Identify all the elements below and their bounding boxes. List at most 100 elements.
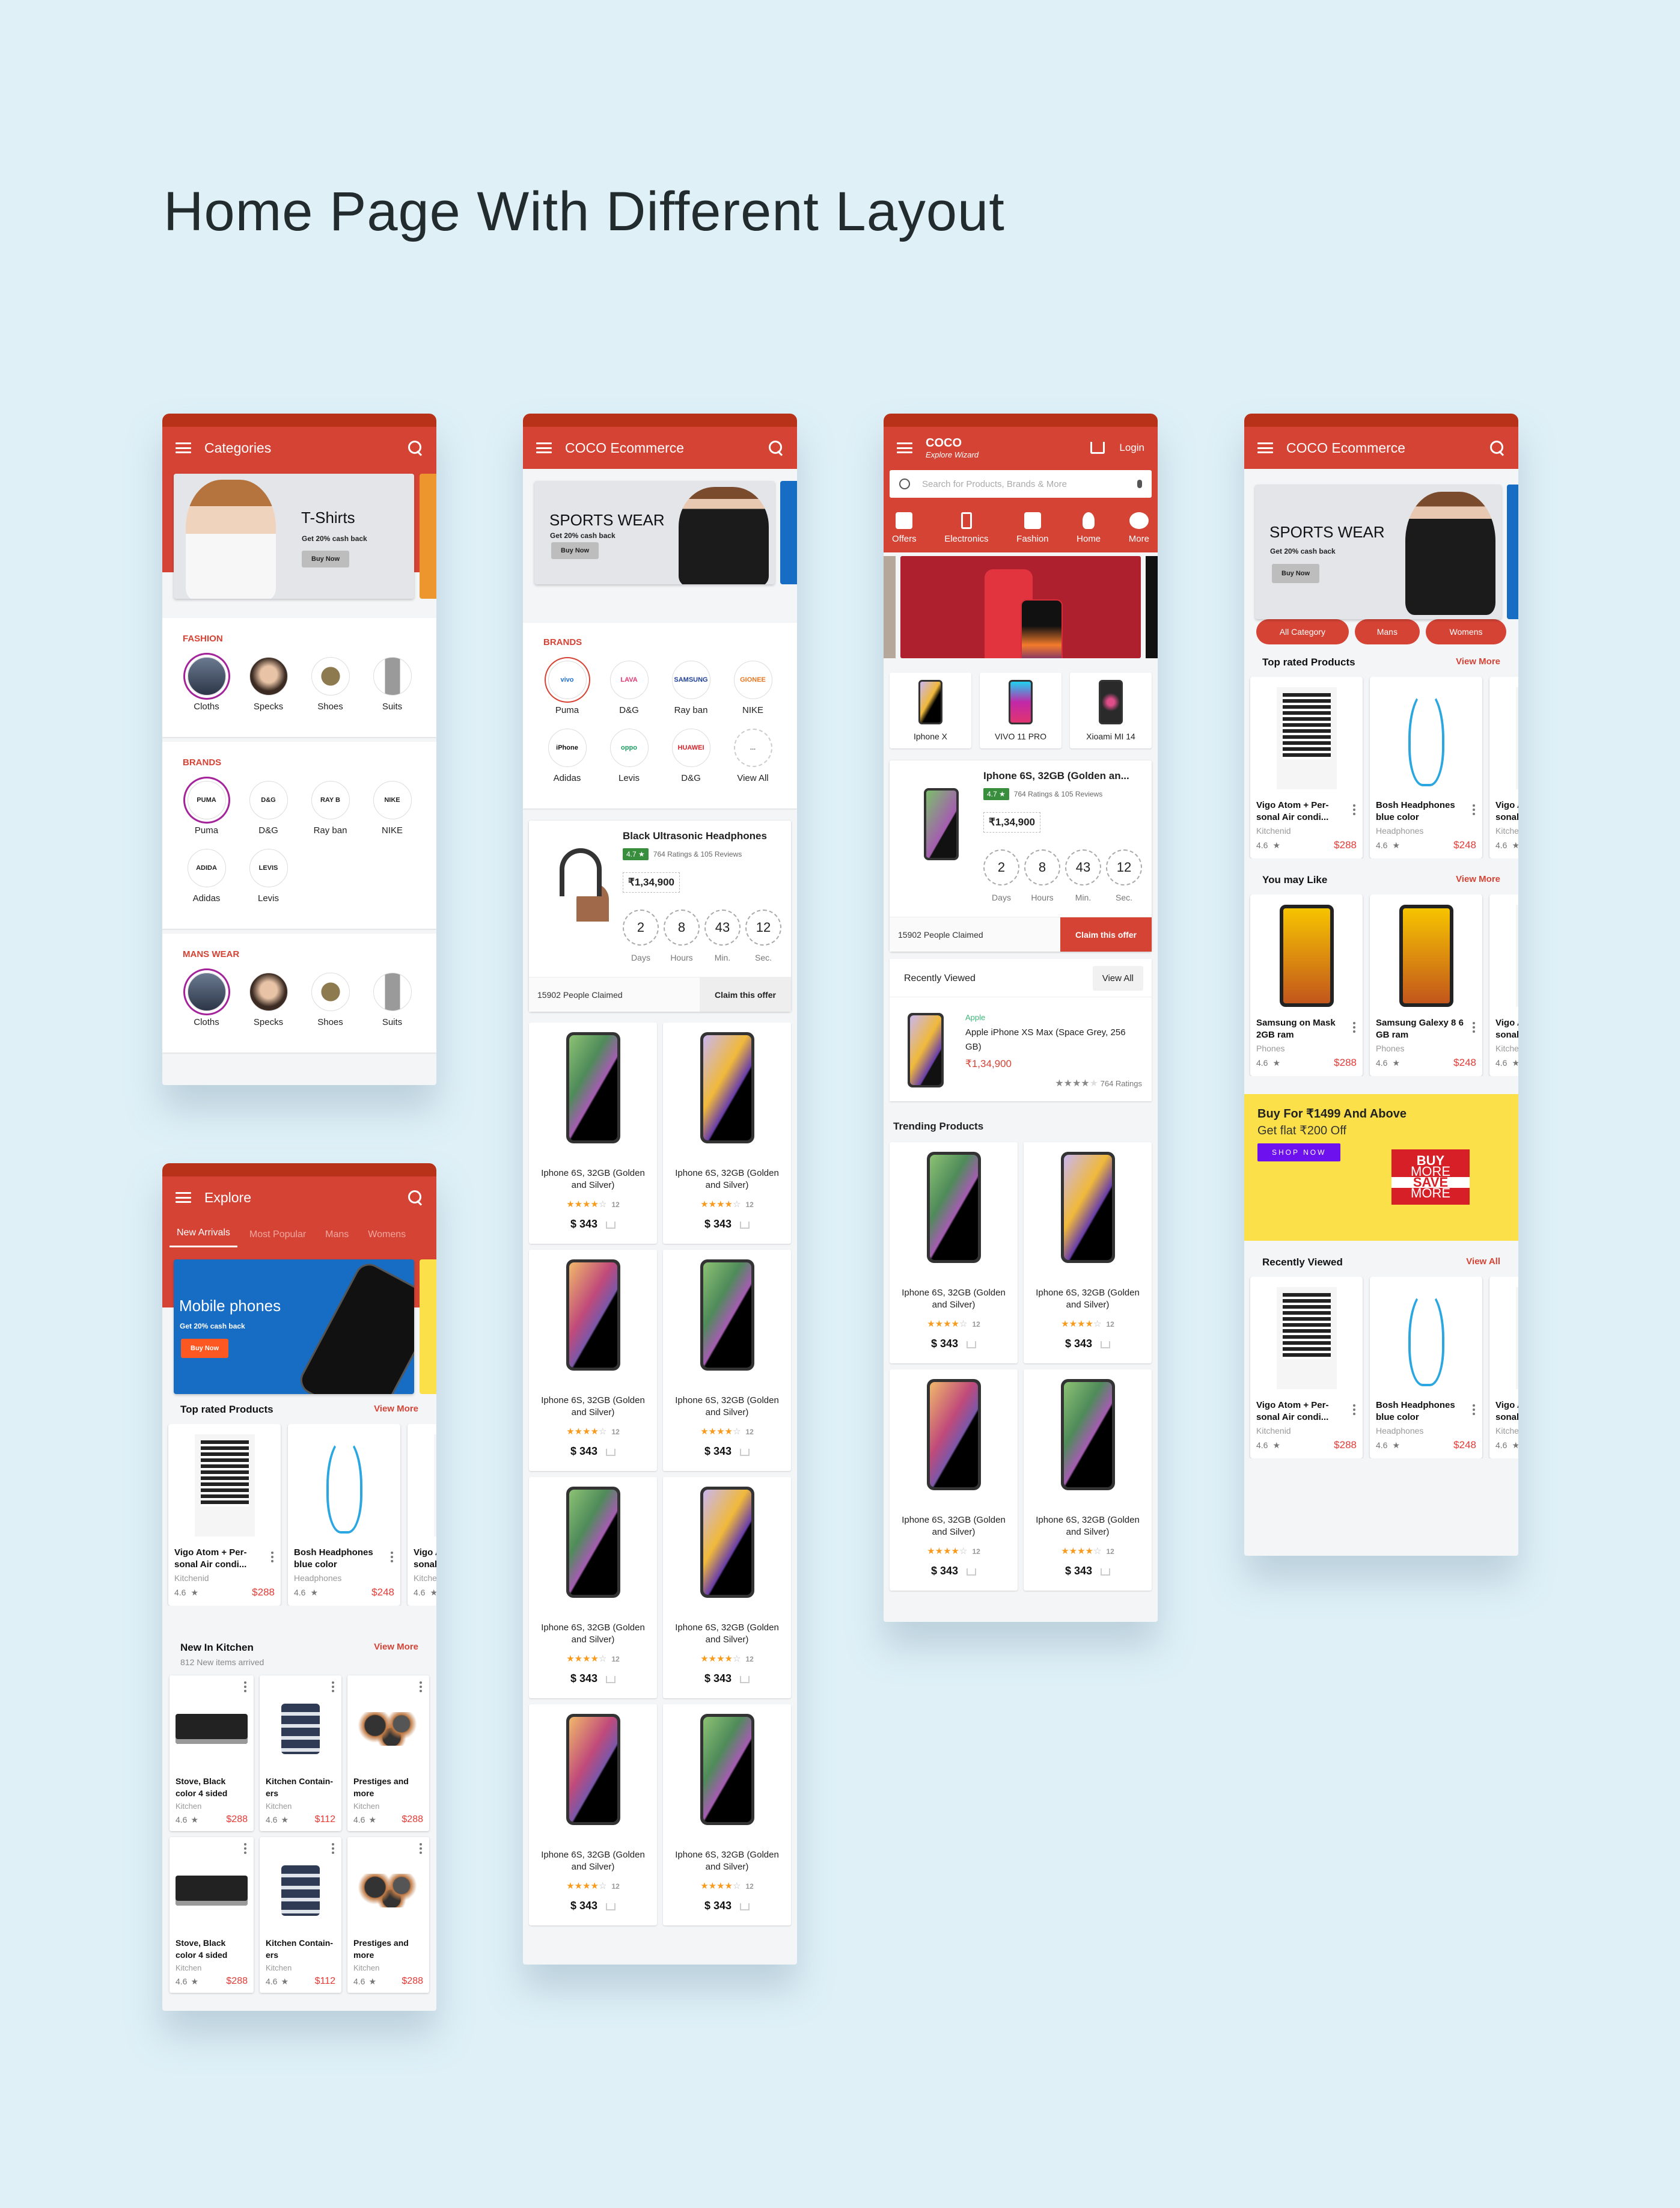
product-card[interactable]: Samsung Galexy 8 6 GB ram Phones 4.6 ★ $248 [1370, 895, 1482, 1076]
category-item[interactable]: Shoes [299, 657, 361, 712]
featured-tile[interactable]: Iphone X [890, 673, 971, 748]
category-item[interactable]: D&G D&G [237, 781, 299, 836]
promo-banner[interactable]: SPORTS WEAR Get 20% cash back Buy Now [1255, 485, 1501, 619]
product-card[interactable]: Iphone 6S, 32GB (Golden and Silver) ★★★★☆… [663, 1250, 791, 1471]
product-card[interactable]: Bosh Headphones blue color Headphones 4.6 ★… [1370, 1277, 1482, 1458]
brand-item[interactable]: SAMSUNG Ray ban [660, 661, 722, 715]
brand-item[interactable]: HUAWEI D&G [660, 729, 722, 783]
view-all-button[interactable]: View All [1092, 966, 1143, 991]
search-icon[interactable] [408, 440, 423, 456]
buy-now-button[interactable]: Buy Now [551, 542, 599, 559]
product-card[interactable]: Vigo Atom + Per-sonal Air condi... Kitche… [1489, 1277, 1518, 1458]
more-options-icon[interactable] [1473, 1404, 1475, 1417]
add-to-cart-icon[interactable] [1101, 1341, 1111, 1348]
buy-now-button[interactable]: Buy Now [302, 551, 350, 567]
banner-carousel[interactable]: T-Shirts Get 20% cash back Buy Now [162, 469, 436, 613]
product-card[interactable]: Vigo Atom + Per-sonal Air condi... Kitche… [168, 1424, 281, 1606]
claim-offer-button[interactable]: Claim this offer [700, 977, 791, 1012]
brand-item[interactable]: LAVA D&G [598, 661, 660, 715]
product-card[interactable]: Iphone 6S, 32GB (Golden and Silver) ★★★★☆… [663, 1477, 791, 1698]
category-item[interactable]: Shoes [299, 973, 361, 1027]
cart-icon[interactable] [1090, 442, 1105, 454]
brand-item[interactable]: iPhone Adidas [536, 729, 598, 783]
product-card[interactable]: Iphone 6S, 32GB (Golden and Silver) ★★★★☆… [1024, 1142, 1152, 1363]
category-item[interactable]: PUMA Puma [176, 781, 237, 836]
add-to-cart-icon[interactable] [967, 1568, 977, 1576]
banner-carousel[interactable]: SPORTS WEAR Get 20% cash back Buy Now [523, 469, 797, 623]
search-bar[interactable]: Search for Products, Brands & More [890, 470, 1152, 498]
category-electronics[interactable]: Electronics [944, 512, 989, 544]
more-options-icon[interactable] [420, 1843, 422, 1856]
add-to-cart-icon[interactable] [606, 1221, 616, 1229]
chip-mans[interactable]: Mans [1354, 619, 1420, 644]
more-options-icon[interactable] [1353, 1404, 1355, 1417]
category-item[interactable]: ADIDA Adidas [176, 849, 237, 904]
next-banner-peek[interactable] [420, 474, 436, 599]
more-options-icon[interactable] [420, 1681, 422, 1694]
product-card[interactable]: Iphone 6S, 32GB (Golden and Silver) ★★★★☆… [663, 1704, 791, 1925]
product-card[interactable]: Vigo Atom + Per-sonal Air condi... Kitche… [408, 1424, 436, 1606]
kitchen-card[interactable]: Kitchen Contain-ers Kitchen 4.6 ★ $112 [260, 1837, 341, 1993]
product-card[interactable]: Bosh Headphones blue color Headphones 4.6 ★… [1370, 677, 1482, 858]
promo-banner[interactable]: Mobile phones Get 20% cash back Buy Now [174, 1259, 414, 1394]
category-item[interactable]: RAY B Ray ban [299, 781, 361, 836]
hamburger-icon[interactable] [176, 442, 191, 453]
more-options-icon[interactable] [244, 1843, 246, 1856]
brand-item[interactable]: GIONEE NIKE [722, 661, 784, 715]
hamburger-icon[interactable] [536, 442, 552, 453]
tab-womens[interactable]: Womens [361, 1229, 413, 1247]
next-banner-peek[interactable] [1146, 556, 1158, 658]
search-icon[interactable] [768, 440, 784, 456]
category-item[interactable]: Suits [361, 657, 423, 712]
kitchen-card[interactable]: Prestiges and more Kitchen 4.6 ★ $288 [347, 1675, 429, 1831]
next-banner-peek[interactable] [780, 481, 797, 584]
add-to-cart-icon[interactable] [967, 1341, 977, 1348]
product-card[interactable]: Bosh Headphones blue color Headphones 4.6 ★… [288, 1424, 400, 1606]
kitchen-card[interactable]: Kitchen Contain-ers Kitchen 4.6 ★ $112 [260, 1675, 341, 1831]
kitchen-card[interactable]: Prestiges and more Kitchen 4.6 ★ $288 [347, 1837, 429, 1993]
category-item[interactable]: Suits [361, 973, 423, 1027]
product-card[interactable]: Iphone 6S, 32GB (Golden and Silver) ★★★★☆… [529, 1023, 657, 1244]
category-home[interactable]: Home [1077, 512, 1101, 544]
add-to-cart-icon[interactable] [740, 1675, 750, 1683]
product-card[interactable]: Iphone 6S, 32GB (Golden and Silver) ★★★★☆… [663, 1023, 791, 1244]
more-options-icon[interactable] [391, 1552, 393, 1564]
product-card[interactable]: Vigo Atom + Per-sonal Air condi... Kitche… [1489, 677, 1518, 858]
category-more[interactable]: More [1129, 512, 1149, 544]
add-to-cart-icon[interactable] [606, 1448, 616, 1456]
featured-tile[interactable]: Xioami MI 14 [1070, 673, 1152, 748]
hamburger-icon[interactable] [1257, 442, 1273, 453]
more-options-icon[interactable] [271, 1552, 273, 1564]
category-item[interactable]: Cloths [176, 657, 237, 712]
login-button[interactable]: Login [1119, 442, 1144, 454]
offer-banner[interactable]: Buy For ₹1499 And Above Get flat ₹200 Of… [1244, 1094, 1518, 1241]
category-item[interactable]: LEVIS Levis [237, 849, 299, 904]
add-to-cart-icon[interactable] [1101, 1568, 1111, 1576]
banner-carousel[interactable]: SPORTS WEAR Get 20% cash back Buy Now [1244, 469, 1518, 619]
kitchen-card[interactable]: Stove, Black color 4 sided Kitchen 4.6 ★ $28… [170, 1837, 254, 1993]
product-card[interactable]: Iphone 6S, 32GB (Golden and Silver) ★★★★☆… [529, 1704, 657, 1925]
brand-item[interactable]: vivo Puma [536, 661, 598, 715]
product-card[interactable]: Iphone 6S, 32GB (Golden and Silver) ★★★★☆… [1024, 1369, 1152, 1591]
product-card[interactable]: Iphone 6S, 32GB (Golden and Silver) ★★★★☆… [529, 1250, 657, 1471]
category-item[interactable]: Cloths [176, 973, 237, 1027]
more-options-icon[interactable] [1353, 804, 1355, 817]
more-options-icon[interactable] [332, 1681, 334, 1694]
buy-now-button[interactable]: Buy Now [1272, 564, 1320, 583]
view-all-link[interactable]: View All [1466, 1256, 1500, 1267]
hamburger-icon[interactable] [176, 1192, 191, 1203]
more-options-icon[interactable] [1353, 1022, 1355, 1035]
add-to-cart-icon[interactable] [740, 1903, 750, 1910]
view-more-link[interactable]: View More [374, 1404, 418, 1414]
search-input[interactable]: Search for Products, Brands & More [922, 479, 1067, 489]
claim-offer-button[interactable]: Claim this offer [1060, 917, 1152, 952]
buy-now-button[interactable]: Buy Now [181, 1339, 229, 1358]
category-fashion[interactable]: Fashion [1016, 512, 1049, 544]
view-more-link[interactable]: View More [1456, 656, 1500, 667]
add-to-cart-icon[interactable] [606, 1675, 616, 1683]
product-card[interactable]: Vigo Atom + Per-sonal Air condi... Kitche… [1489, 895, 1518, 1076]
tab-most-popular[interactable]: Most Popular [242, 1229, 313, 1247]
add-to-cart-icon[interactable] [740, 1221, 750, 1229]
view-more-link[interactable]: View More [1456, 874, 1500, 884]
banner-carousel[interactable]: Mobile phones Get 20% cash back Buy Now [162, 1247, 436, 1398]
